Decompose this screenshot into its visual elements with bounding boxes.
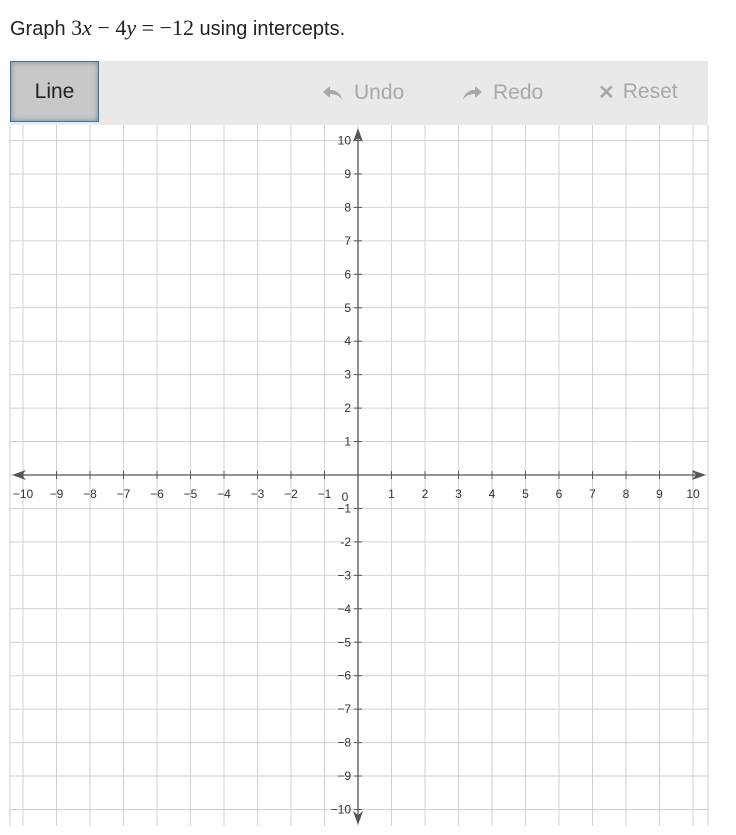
y-tick-label: 1 [344, 435, 351, 449]
x-tick-label: 2 [422, 487, 429, 501]
x-tick-label: −3 [251, 487, 265, 501]
x-tick-label: −1 [318, 487, 332, 501]
x-tick-label: −9 [50, 487, 64, 501]
x-tick-label: −4 [217, 487, 231, 501]
coordinate-plane[interactable]: −10 −9 −8 −7 −6 −5 −4 −3 −2 −1 1 2 3 4 5 6 7 8 9 1010987654… [0, 0, 736, 835]
y-tick-label: 2 [344, 401, 351, 415]
x-tick-label: −5 [184, 487, 198, 501]
y-tick-label: 6 [344, 267, 351, 281]
y-tick-label: −4 [337, 602, 351, 616]
y-tick-label: −8 [337, 736, 351, 750]
x-tick-label: 8 [623, 487, 630, 501]
x-tick-label: −10 [13, 487, 34, 501]
y-tick-label: −5 [337, 635, 351, 649]
y-tick-label: −10 [331, 803, 352, 817]
y-tick-label: 4 [344, 334, 351, 348]
x-tick-label: −6 [150, 487, 164, 501]
y-tick-label: -2 [340, 535, 351, 549]
y-tick-label: −6 [337, 669, 351, 683]
y-tick-label: 10 [338, 134, 352, 148]
y-tick-label: 9 [344, 167, 351, 181]
y-tick-label: 3 [344, 368, 351, 382]
y-tick-label: 7 [344, 234, 351, 248]
x-tick-label: −7 [117, 487, 131, 501]
y-tick-label: −3 [337, 568, 351, 582]
x-tick-label: −2 [284, 487, 298, 501]
x-tick-label: 3 [455, 487, 462, 501]
x-tick-label: 4 [489, 487, 496, 501]
y-tick-label: 5 [344, 301, 351, 315]
x-tick-label: −8 [83, 487, 97, 501]
y-tick-label: −9 [337, 769, 351, 783]
x-tick-label: 5 [522, 487, 529, 501]
x-tick-label: 9 [656, 487, 663, 501]
x-tick-label: 10 [686, 487, 700, 501]
origin-label: 0 [342, 490, 349, 504]
y-tick-label: 8 [344, 200, 351, 214]
x-tick-label: 6 [556, 487, 563, 501]
y-tick-label: −7 [337, 702, 351, 716]
x-tick-label: 1 [388, 487, 395, 501]
x-tick-label: 7 [589, 487, 596, 501]
